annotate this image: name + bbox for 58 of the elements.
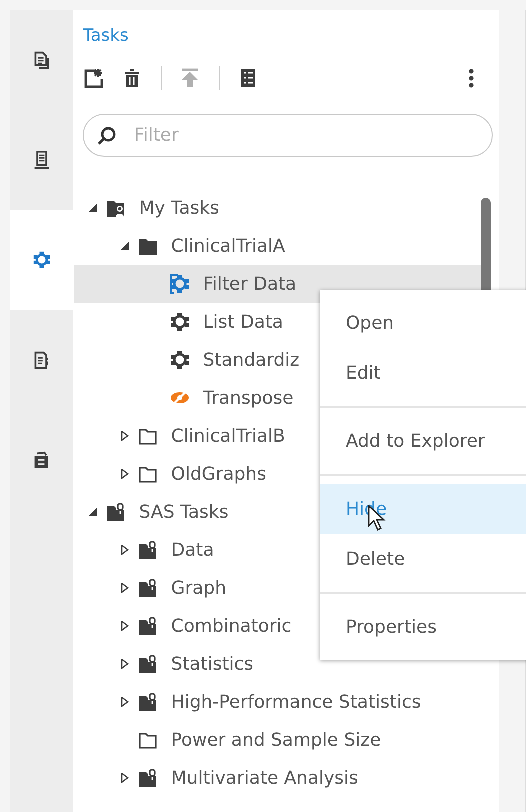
tree-item[interactable]: Multivariate Analysis [74,759,482,797]
tree-item-label: High-Performance Statistics [171,692,422,712]
locked-folder-icon [138,578,158,598]
locked-folder-icon [138,654,158,674]
tree-item[interactable]: ClinicalTrialA [74,227,482,265]
tree-item-label: Graph [171,578,226,598]
tree-item-label: Data [171,540,214,560]
document-lines-icon [32,350,51,370]
task-icon [170,312,190,332]
expand-triangle-icon[interactable] [120,697,130,707]
user-folder-icon [106,198,126,218]
expand-triangle-icon[interactable] [120,469,130,479]
more-options-icon [469,68,474,88]
tree-item-label: Combinatoric [171,616,292,636]
expand-triangle-icon[interactable] [120,659,130,669]
tree-item-label: Power and Sample Size [171,730,382,750]
collapse-triangle-icon[interactable] [88,507,98,517]
tree-item-label: Standardiz [203,350,300,370]
folder-icon [138,236,158,256]
tree-item-label: List Data [203,312,284,332]
expand-triangle-icon[interactable] [120,545,130,555]
tree-item-label: OldGraphs [171,464,266,484]
locked-folder-icon [138,540,158,560]
expand-triangle-icon[interactable] [120,621,130,631]
tree-item-label: ClinicalTrialB [171,426,286,446]
locked-folder-icon [138,692,158,712]
expand-triangle-icon[interactable] [120,583,130,593]
file-cabinet-icon [32,450,51,470]
tree-item[interactable]: High-Performance Statistics [74,683,482,721]
filter-field[interactable]: Filter [83,114,494,157]
tree-item-label: Transpose [203,388,294,408]
locked-folder-icon [106,502,126,522]
locked-folder-icon [138,616,158,636]
expand-triangle-icon[interactable] [120,431,130,441]
collapse-triangle-icon[interactable] [88,203,98,213]
folder-icon [138,730,158,750]
locked-folder-icon [138,768,158,788]
folder-icon [138,426,158,446]
tree-item[interactable]: My Tasks [74,189,482,227]
collapse-triangle-icon[interactable] [120,241,130,251]
search-icon [97,126,118,146]
folder-icon [138,464,158,484]
panel-title: Tasks [83,26,129,48]
task-icon [32,250,51,270]
tree-item-label: Filter Data [203,274,297,294]
tree-item[interactable]: Power and Sample Size [74,721,482,759]
tree-item-label: SAS Tasks [139,502,229,522]
server-icon [32,150,51,170]
new-item-icon [83,68,104,88]
tree-item-label: Statistics [171,654,254,674]
tree-item-label: Multivariate Analysis [171,768,358,788]
task-icon [170,350,190,370]
documents-icon [32,50,51,70]
upload-arrow-icon [180,68,200,88]
tree-item-label: My Tasks [139,198,220,218]
expand-triangle-icon[interactable] [120,773,130,783]
task-icon [170,274,190,294]
tree-item-label: ClinicalTrialA [171,236,286,256]
